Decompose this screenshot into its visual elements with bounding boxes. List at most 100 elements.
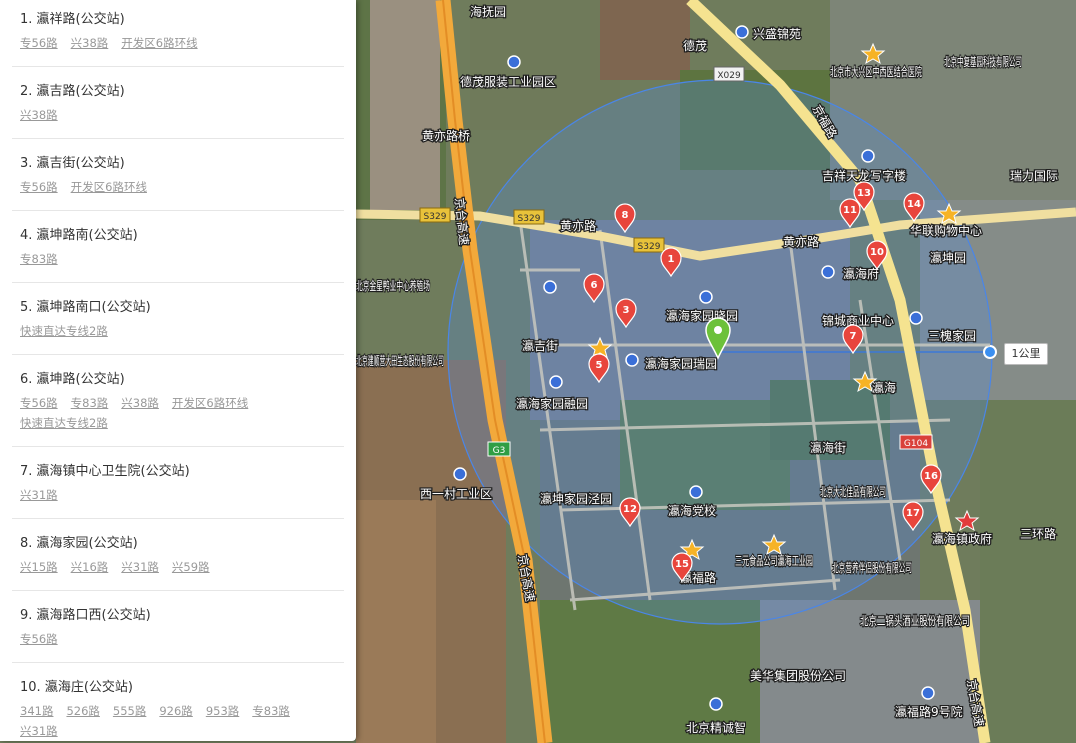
label-jixiang: 吉祥天龙写字楼 (822, 168, 906, 183)
route-links: 兴31路 (20, 723, 71, 739)
village (370, 0, 440, 210)
route-link[interactable]: 开发区6路环线 (121, 36, 197, 50)
route-link[interactable]: 兴31路 (121, 560, 159, 574)
marker-number: 17 (906, 508, 920, 519)
radius-handle[interactable] (983, 345, 997, 359)
stop-title[interactable]: 2. 瀛吉路(公交站) (20, 80, 125, 99)
stop-title[interactable]: 9. 瀛海路口西(公交站) (20, 604, 151, 623)
route-link[interactable]: 兴59路 (172, 560, 210, 574)
route-link[interactable]: 526路 (66, 704, 99, 718)
svg-text:G3: G3 (493, 446, 506, 456)
road-shield-s329: S329 (633, 237, 665, 253)
route-link[interactable]: 兴31路 (20, 488, 58, 502)
label-huangyilu2: 黄亦路 (783, 234, 819, 249)
list-item[interactable]: 3. 瀛吉街(公交站) 专56路 开发区6路环线 (12, 144, 344, 211)
route-link[interactable]: 341路 (20, 704, 53, 718)
list-item[interactable]: 6. 瀛坤路(公交站) 专56路 专83路 兴38路 开发区6路环线 快速直达专线2路 (12, 360, 344, 447)
label-yinghaidangxiao: 瀛海党校 (668, 503, 716, 518)
svg-text:S329: S329 (424, 212, 447, 222)
label-xicun: 西一村工业区 (420, 487, 492, 501)
route-link[interactable]: 兴16路 (71, 560, 109, 574)
stop-title[interactable]: 10. 瀛海庄(公交站) (20, 676, 133, 695)
field-east (980, 400, 1076, 743)
marker-number: 1 (668, 254, 675, 265)
stop-title[interactable]: 3. 瀛吉街(公交站) (20, 152, 125, 171)
route-link[interactable]: 555路 (113, 704, 146, 718)
label-jiankang: 北京建顺营大田生态股份有限公司 (356, 354, 444, 368)
route-link[interactable]: 专83路 (252, 704, 290, 718)
bus-stop-list-panel: 1. 瀛祥路(公交站) 专56路 兴38路 开发区6路环线 2. 瀛吉路(公交站) 兴38… (0, 0, 356, 741)
route-link[interactable]: 开发区6路环线 (172, 396, 248, 410)
stop-name: 瀛吉路(公交站) (36, 84, 125, 99)
route-link[interactable]: 兴38路 (71, 36, 109, 50)
label-erguotou: 北京二锅头酒业股份有限公司 (860, 613, 970, 628)
stop-title[interactable]: 5. 瀛坤路南口(公交站) (20, 296, 151, 315)
label-yingfu: 瀛福路9号院 (895, 704, 963, 719)
marker-number: 3 (623, 305, 630, 316)
svg-text:S329: S329 (638, 242, 661, 252)
label-jingyuan: 瀛坤家园泾园 (540, 491, 612, 506)
list-item[interactable]: 2. 瀛吉路(公交站) 兴38路 (12, 72, 344, 139)
route-link[interactable]: 专56路 (20, 632, 58, 646)
label-haihong: 海抚园 (470, 4, 506, 19)
list-item[interactable]: 5. 瀛坤路南口(公交站) 快速直达专线2路 (12, 288, 344, 355)
list-item[interactable]: 9. 瀛海路口西(公交站) 专56路 (12, 596, 344, 663)
label-hualian: 华联购物中心 (910, 223, 982, 238)
stop-name: 瀛坤路南口(公交站) (36, 300, 151, 315)
stop-number: 5. (20, 300, 33, 315)
list-item[interactable]: 4. 瀛坤路南(公交站) 专83路 (12, 216, 344, 283)
road-shield-s329: S329 (419, 207, 451, 223)
route-links: 兴38路 (20, 107, 71, 123)
stop-title[interactable]: 6. 瀛坤路(公交站) (20, 368, 125, 387)
marker-number: 6 (591, 280, 598, 291)
route-links: 341路 526路 555路 926路 953路 专83路 (20, 703, 303, 719)
list-item[interactable]: 8. 瀛海家园(公交站) 兴15路 兴16路 兴31路 兴59路 (12, 524, 344, 591)
route-link[interactable]: 953路 (206, 704, 239, 718)
marker-number: 14 (907, 199, 921, 210)
label-dakoushui: 北京大北佳品有限公司 (820, 485, 886, 499)
list-item[interactable]: 7. 瀛海镇中心卫生院(公交站) 兴31路 (12, 452, 344, 519)
label-yingjie: 瀛吉街 (522, 338, 558, 353)
route-link[interactable]: 开发区6路环线 (71, 180, 147, 194)
route-link[interactable]: 快速直达专线2路 (20, 416, 108, 430)
route-link[interactable]: 兴31路 (20, 724, 58, 738)
route-links: 快速直达专线2路 (20, 415, 121, 431)
stop-title[interactable]: 7. 瀛海镇中心卫生院(公交站) (20, 460, 190, 479)
marker-number: 13 (857, 188, 871, 199)
route-link[interactable]: 兴15路 (20, 560, 58, 574)
stop-name: 瀛海镇中心卫生院(公交站) (36, 464, 190, 479)
road-shield-g104: G104 (899, 434, 933, 450)
stop-title[interactable]: 4. 瀛坤路南(公交站) (20, 224, 138, 243)
stop-number: 9. (20, 608, 33, 623)
route-link[interactable]: 兴38路 (20, 108, 58, 122)
route-link[interactable]: 专56路 (20, 180, 58, 194)
label-yinghai-govt: 瀛海镇政府 (932, 531, 992, 546)
route-link[interactable]: 926路 (159, 704, 192, 718)
list-item[interactable]: 10. 瀛海庄(公交站) 341路 526路 555路 926路 953路 专83路兴31路 (12, 668, 344, 741)
route-link[interactable]: 专83路 (20, 252, 58, 266)
route-links: 专56路 (20, 631, 71, 647)
route-link[interactable]: 专56路 (20, 396, 58, 410)
farmland (356, 500, 436, 743)
marker-number: 5 (596, 360, 603, 371)
label-meiyi: 美华集团股份公司 (750, 668, 846, 683)
stop-name: 瀛吉街(公交站) (36, 156, 125, 171)
route-link[interactable]: 专56路 (20, 36, 58, 50)
route-links: 专56路 兴38路 开发区6路环线 (20, 35, 211, 51)
label-jinghai: 北京精诚智 (686, 720, 746, 735)
list-item[interactable]: 1. 瀛祥路(公交站) 专56路 兴38路 开发区6路环线 (12, 0, 344, 67)
road-shield-s329: S329 (513, 209, 545, 225)
scale-label: 1公里 (1004, 343, 1048, 365)
label-daxing-hospital: 北京市大兴区中西医结合医院 (830, 64, 922, 79)
stop-name: 瀛坤路(公交站) (36, 372, 125, 387)
route-links: 专83路 (20, 251, 71, 267)
stop-title[interactable]: 1. 瀛祥路(公交站) (20, 8, 125, 27)
route-links: 专56路 专83路 兴38路 开发区6路环线 (20, 395, 261, 411)
route-link[interactable]: 专83路 (71, 396, 109, 410)
route-link[interactable]: 兴38路 (121, 396, 159, 410)
label-yingruiyuan: 瀛海家园瑞园 (645, 356, 717, 371)
stop-number: 7. (20, 464, 33, 479)
svg-text:S329: S329 (518, 214, 541, 224)
stop-title[interactable]: 8. 瀛海家园(公交站) (20, 532, 138, 551)
route-link[interactable]: 快速直达专线2路 (20, 324, 108, 338)
